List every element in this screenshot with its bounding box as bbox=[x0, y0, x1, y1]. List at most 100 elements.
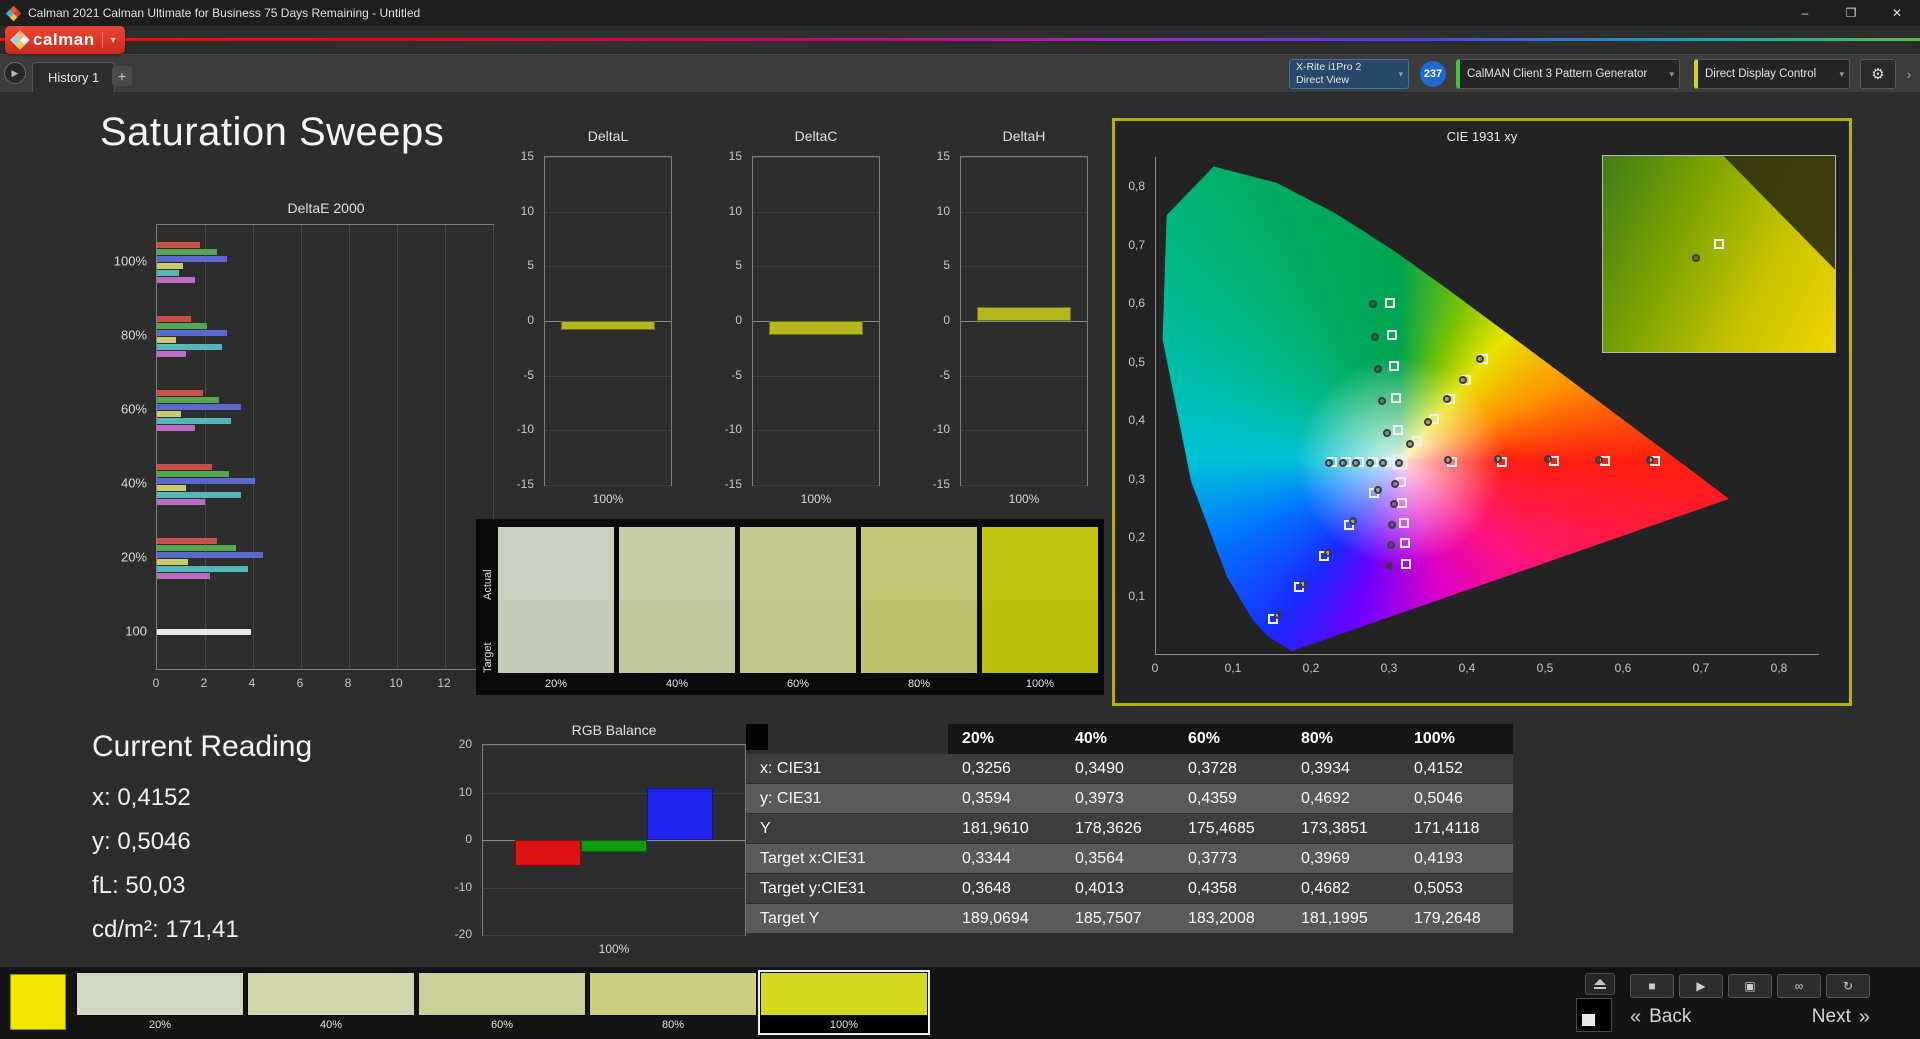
gridline bbox=[545, 430, 671, 432]
delta-e-bar bbox=[157, 470, 229, 477]
minimize-button[interactable]: – bbox=[1782, 0, 1828, 26]
delta-e-bar bbox=[157, 241, 201, 248]
gridline bbox=[961, 321, 1087, 322]
saturation-swatch-20%[interactable]: 20% bbox=[76, 972, 244, 1033]
maximize-button[interactable]: ❐ bbox=[1828, 0, 1874, 26]
axis-tick-label: 2 bbox=[200, 676, 208, 690]
table-cell: 181,9610 bbox=[948, 814, 1061, 844]
bar bbox=[515, 840, 581, 867]
swatch-color bbox=[760, 972, 928, 1016]
axis-tick-label: -15 bbox=[932, 477, 950, 491]
saturation-swatch-80%[interactable]: 80% bbox=[589, 972, 757, 1033]
link-button[interactable]: ∞ bbox=[1777, 974, 1821, 998]
next-chevron-icon[interactable]: » bbox=[1859, 1006, 1870, 1029]
table-cell: 0,3934 bbox=[1287, 754, 1400, 784]
delta-l-chart[interactable]: DeltaL 15 10 5 0 -5 -10 -15 100% bbox=[504, 128, 680, 530]
table-row-label: Y bbox=[746, 814, 948, 844]
table-cell: 0,4013 bbox=[1061, 874, 1174, 904]
saturation-swatch-100%[interactable]: 100% bbox=[758, 970, 930, 1035]
target-point bbox=[1397, 497, 1408, 508]
delta-e-2000-chart[interactable]: DeltaE 2000 100% 80% 60% 40% 20% 100 0 2 4 6 8 10 1… bbox=[112, 200, 499, 708]
cie-1931-panel[interactable]: CIE 1931 xy 0,1 0,2 0,3 0,4 0,5 0,6 0,7 0,8 0 0,… bbox=[1112, 118, 1852, 706]
reading-x: x: 0,4152 bbox=[92, 784, 191, 811]
swatch-label: 100% bbox=[760, 1016, 928, 1033]
toolbar: ▶ History 1 + X-Rite i1Pro 2 Direct View… bbox=[0, 54, 1920, 92]
pattern-window-button[interactable] bbox=[1576, 998, 1612, 1032]
swatch-label: 40% bbox=[665, 678, 689, 690]
measurement-point bbox=[1390, 479, 1399, 488]
window-titlebar: Calman 2021 Calman Ultimate for Business… bbox=[0, 0, 1920, 26]
delta-e-bar bbox=[157, 269, 179, 276]
axis-tick-label: 5 bbox=[527, 258, 534, 273]
stop-button[interactable]: ■ bbox=[1630, 974, 1674, 998]
back-button[interactable]: Back bbox=[1649, 1006, 1691, 1028]
settings-button[interactable]: ⚙ bbox=[1860, 59, 1896, 89]
delta-e-bar bbox=[157, 463, 213, 470]
measurement-point bbox=[1424, 417, 1433, 426]
rgb-balance-chart[interactable]: RGB Balance 20 10 0 -10 -20 100% bbox=[420, 722, 766, 962]
app-icon bbox=[5, 5, 22, 21]
gridline bbox=[205, 225, 206, 669]
wizard-navigation: « Back Next » bbox=[1630, 1003, 1870, 1031]
calman-menu-button[interactable]: calman ▾ bbox=[5, 26, 125, 54]
chart-title: DeltaC bbox=[794, 128, 838, 144]
workspace: Saturation Sweeps DeltaE 2000 100% 80% 60%… bbox=[0, 92, 1920, 967]
axis-tick-label: 0,2 bbox=[1128, 530, 1145, 545]
axis-tick-label: 0 bbox=[943, 313, 950, 327]
meter-dropdown[interactable]: X-Rite i1Pro 2 Direct View ▾ bbox=[1289, 59, 1409, 89]
delta-e-bar bbox=[157, 276, 196, 283]
delta-e-bar bbox=[157, 565, 249, 572]
add-tab-button[interactable]: + bbox=[112, 66, 132, 86]
table-cell: 173,3851 bbox=[1287, 814, 1400, 844]
gridline bbox=[545, 211, 671, 213]
close-button[interactable]: ✕ bbox=[1874, 0, 1920, 26]
table-cell: 171,4118 bbox=[1400, 814, 1513, 844]
table-cell: 0,4193 bbox=[1400, 844, 1513, 874]
gridline bbox=[961, 157, 1087, 158]
measurement-point bbox=[1349, 517, 1358, 526]
actual-swatch bbox=[498, 527, 614, 600]
plot-area bbox=[156, 224, 494, 670]
swatch-label: 60% bbox=[786, 678, 810, 690]
axis-tick-label: 15 bbox=[936, 149, 950, 163]
target-point bbox=[1399, 538, 1410, 549]
axis-tick-label: 20 bbox=[458, 737, 472, 751]
table-cell: 0,3256 bbox=[948, 754, 1061, 784]
display-control-dropdown[interactable]: Direct Display Control ▾ bbox=[1694, 59, 1850, 89]
gridline bbox=[961, 430, 1087, 432]
pattern-generator-dropdown[interactable]: CalMAN Client 3 Pattern Generator ▾ bbox=[1456, 59, 1680, 89]
axis-tick-label: 0,4 bbox=[1128, 413, 1145, 428]
axis-tick-label: 0,1 bbox=[1128, 588, 1145, 603]
next-button[interactable]: Next bbox=[1812, 1006, 1851, 1028]
delta-e-bar bbox=[157, 396, 220, 403]
save-button[interactable]: ▣ bbox=[1728, 974, 1772, 998]
delta-h-chart[interactable]: DeltaH 15 10 5 0 -5 -10 -15 100% bbox=[920, 128, 1096, 530]
axis-tick-label: 5 bbox=[943, 258, 950, 273]
axis-tick-label: 10 bbox=[520, 203, 534, 218]
window-title: Calman 2021 Calman Ultimate for Business… bbox=[28, 6, 421, 20]
y-axis: 15 10 5 0 -5 -10 -15 bbox=[712, 149, 748, 491]
meter-status-badge[interactable]: 237 bbox=[1420, 61, 1446, 87]
delta-e-bar bbox=[157, 262, 184, 269]
toolbar-overflow-button[interactable]: › bbox=[1900, 59, 1918, 89]
measurement-point bbox=[1373, 486, 1382, 495]
table-cell: 0,4692 bbox=[1287, 784, 1400, 814]
delta-e-bar bbox=[157, 537, 217, 544]
saturation-swatch-40%[interactable]: 40% bbox=[247, 972, 415, 1033]
tab-history-1[interactable]: History 1 bbox=[32, 62, 116, 92]
delta-e-bar bbox=[157, 329, 227, 336]
refresh-button[interactable]: ↻ bbox=[1826, 974, 1870, 998]
delta-c-chart[interactable]: DeltaC 15 10 5 0 -5 -10 -15 100% bbox=[712, 128, 888, 530]
axis-tick-label: 0,6 bbox=[1614, 661, 1632, 675]
axis-tick-label: 0,5 bbox=[1128, 354, 1145, 369]
history-nav-button[interactable]: ▶ bbox=[4, 62, 26, 84]
target-point bbox=[1401, 558, 1412, 569]
axis-tick-label: 10 bbox=[936, 203, 950, 218]
measurement-point bbox=[1442, 395, 1451, 404]
back-chevron-icon[interactable]: « bbox=[1630, 1006, 1641, 1029]
saturation-swatch-60%[interactable]: 60% bbox=[418, 972, 586, 1033]
delta-e-bar bbox=[157, 544, 237, 551]
play-button[interactable]: ▶ bbox=[1679, 974, 1723, 998]
collapse-bar-button[interactable] bbox=[1585, 973, 1615, 995]
axis-tick-label: -5 bbox=[523, 367, 534, 382]
